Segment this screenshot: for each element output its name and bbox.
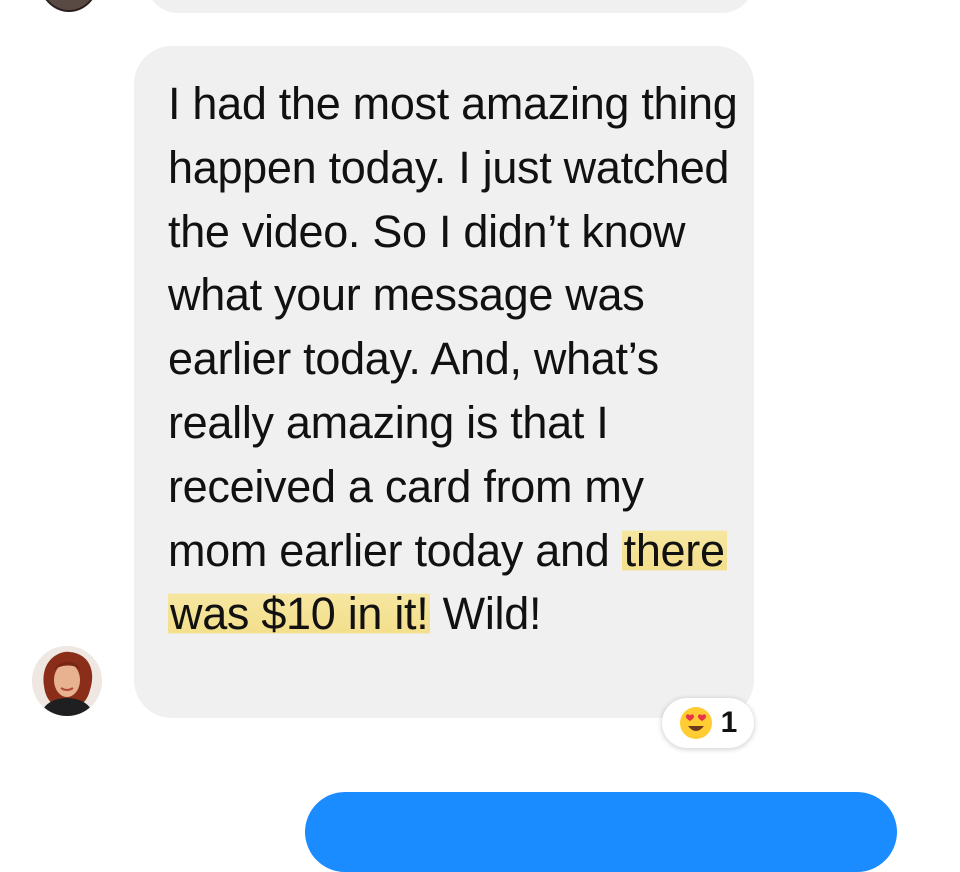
message-text: I had the most amazing thing happen toda… — [168, 78, 738, 576]
reaction-badge[interactable]: 1 — [662, 698, 754, 748]
previous-message-bubble[interactable] — [146, 0, 754, 13]
reaction-count: 1 — [720, 706, 738, 739]
heart-eyes-emoji-icon — [679, 707, 712, 739]
previous-sender-avatar[interactable] — [38, 0, 100, 12]
message-text-end: Wild! — [442, 588, 542, 640]
avatar-photo — [32, 646, 102, 716]
sent-message-bubble[interactable] — [305, 792, 897, 872]
received-message-text: I had the most amazing thing happen toda… — [168, 72, 738, 646]
sender-avatar[interactable] — [32, 646, 102, 716]
